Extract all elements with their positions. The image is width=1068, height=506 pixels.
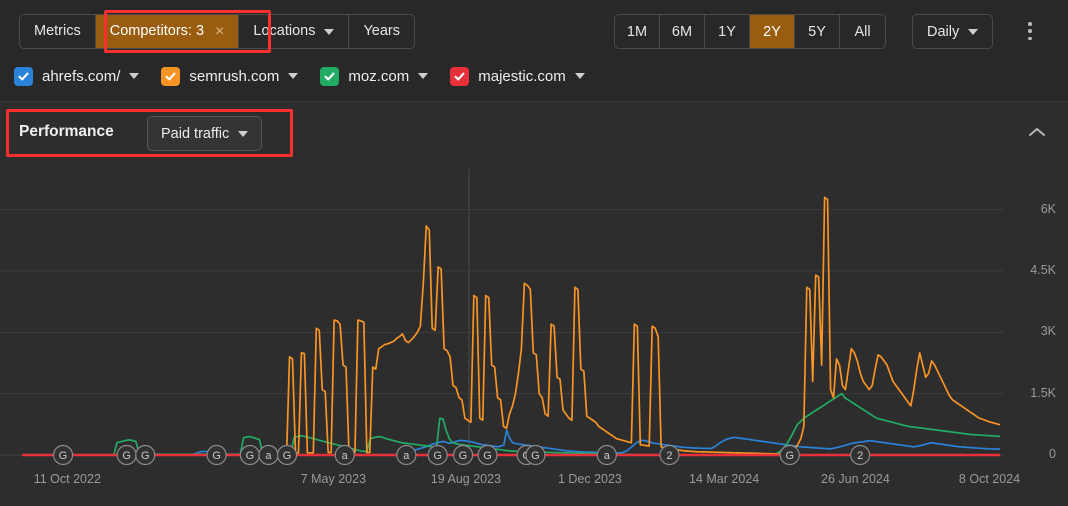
svg-text:G: G xyxy=(141,450,150,462)
x-axis-tick-label: 14 Mar 2024 xyxy=(688,472,760,486)
x-axis-tick-label: 8 Oct 2024 xyxy=(958,472,1021,486)
x-axis-tick-label: 7 May 2023 xyxy=(300,472,367,486)
tab-locations[interactable]: Locations xyxy=(239,15,350,48)
legend-item-moz-com[interactable]: moz.com xyxy=(320,66,429,86)
tab-label: Metrics xyxy=(34,23,81,40)
tab-label: Competitors: 3 xyxy=(109,23,205,40)
tab-competitors-3[interactable]: Competitors: 3 × xyxy=(95,15,240,48)
checkbox-checked-icon[interactable] xyxy=(14,66,33,86)
tab-label: Locations xyxy=(253,23,316,40)
checkbox-checked-icon[interactable] xyxy=(161,66,181,86)
range-button-1y[interactable]: 1Y xyxy=(705,15,750,48)
chevron-down-icon[interactable] xyxy=(129,73,140,79)
competitor-legend: ahrefs.com/semrush.com moz.com majestic.co… xyxy=(14,60,585,92)
svg-text:G: G xyxy=(212,450,221,462)
event-marker[interactable]: a xyxy=(258,444,279,466)
legend-item-label: majestic.com xyxy=(478,67,566,85)
y-axis-tick-label: 6K xyxy=(1040,201,1056,216)
metric-dropdown[interactable]: Paid traffic xyxy=(147,116,263,151)
event-marker[interactable]: G xyxy=(116,444,137,466)
chevron-down-icon[interactable] xyxy=(574,73,585,79)
series-line-semrush-com xyxy=(22,196,1001,456)
event-marker[interactable]: G xyxy=(525,444,546,466)
event-marker[interactable]: G xyxy=(135,444,156,466)
svg-text:G: G xyxy=(433,450,442,462)
paid-traffic-chart[interactable]: GGGGGaGaaGGGGGa2G2 xyxy=(0,165,1068,506)
event-marker[interactable]: G xyxy=(206,444,227,466)
event-marker[interactable]: a xyxy=(396,444,417,466)
event-marker[interactable]: G xyxy=(239,444,260,466)
chevron-up-icon[interactable] xyxy=(1028,126,1046,138)
svg-text:a: a xyxy=(604,450,611,462)
svg-text:G: G xyxy=(483,450,492,462)
performance-panel-header: Performance Paid traffic xyxy=(0,102,1068,165)
svg-text:G: G xyxy=(59,450,68,462)
x-axis-tick-label: 1 Dec 2023 xyxy=(557,472,622,486)
y-axis-tick-label: 1.5K xyxy=(1030,385,1056,400)
svg-text:2: 2 xyxy=(666,450,672,462)
svg-text:a: a xyxy=(403,450,410,462)
filter-tab-group: Metrics Competitors: 3 × Locations Years xyxy=(19,14,416,49)
event-marker[interactable]: 2 xyxy=(659,444,680,466)
page-title: Performance xyxy=(19,123,114,140)
chevron-down-icon xyxy=(324,28,335,35)
date-range-switcher: 1M 6M 1Y 2Y 5Y All xyxy=(614,14,886,49)
close-icon[interactable]: × xyxy=(215,23,224,40)
tab-metrics[interactable]: Metrics xyxy=(20,15,96,48)
performance-panel: Performance Paid traffic GGGGGaGaaGGGGGa… xyxy=(0,101,1068,506)
more-options-icon[interactable] xyxy=(1020,20,1040,42)
svg-text:G: G xyxy=(531,450,540,462)
granularity-label: Daily xyxy=(927,23,960,40)
checkbox-checked-icon[interactable] xyxy=(450,66,470,86)
svg-text:G: G xyxy=(283,450,292,462)
metric-dropdown-label: Paid traffic xyxy=(161,125,230,142)
y-axis-tick-label: 4.5K xyxy=(1030,263,1056,277)
event-marker[interactable]: G xyxy=(276,444,298,466)
chevron-down-icon xyxy=(238,130,249,137)
tab-label: Years xyxy=(363,23,401,40)
range-button-5y[interactable]: 5Y xyxy=(795,15,840,48)
checkbox-checked-icon[interactable] xyxy=(320,66,340,86)
event-marker[interactable]: G xyxy=(779,444,800,466)
chevron-down-icon[interactable] xyxy=(288,73,299,79)
legend-item-ahrefs-com[interactable]: ahrefs.com/ xyxy=(14,66,140,86)
svg-text:G: G xyxy=(459,450,468,462)
svg-text:a: a xyxy=(342,450,349,462)
event-marker[interactable]: G xyxy=(477,444,498,466)
svg-text:G: G xyxy=(785,450,794,462)
series-line-moz-com xyxy=(22,392,1001,456)
legend-item-label: semrush.com xyxy=(189,67,280,85)
event-marker[interactable]: a xyxy=(334,444,355,466)
range-button-all[interactable]: All xyxy=(840,15,885,48)
tab-years[interactable]: Years xyxy=(349,15,414,48)
chart-canvas[interactable]: GGGGGaGaaGGGGGa2G2 xyxy=(0,165,1068,506)
event-marker[interactable]: G xyxy=(452,444,474,466)
range-button-1m[interactable]: 1M xyxy=(615,15,660,48)
y-axis-tick-label: 0 xyxy=(1049,447,1056,461)
y-axis-tick-label: 3K xyxy=(1040,324,1056,339)
legend-item-label: moz.com xyxy=(348,67,410,85)
range-button-6m[interactable]: 6M xyxy=(660,15,705,48)
x-axis-tick-label: 26 Jun 2024 xyxy=(821,472,890,486)
top-toolbar: Metrics Competitors: 3 × Locations Years 1M 6… xyxy=(0,0,1068,56)
event-marker[interactable]: G xyxy=(427,444,448,466)
legend-item-majestic-com[interactable]: majestic.com xyxy=(450,66,585,86)
granularity-dropdown[interactable]: Daily xyxy=(912,14,994,49)
legend-item-label: ahrefs.com/ xyxy=(42,67,121,85)
x-axis-tick-label: 19 Aug 2023 xyxy=(430,472,502,486)
range-button-2y[interactable]: 2Y xyxy=(750,15,795,48)
chevron-down-icon xyxy=(968,28,979,35)
event-marker[interactable]: G xyxy=(52,444,74,466)
svg-text:G: G xyxy=(246,450,255,462)
chevron-down-icon[interactable] xyxy=(418,73,429,79)
svg-text:a: a xyxy=(265,450,272,462)
x-axis-tick-label: 11 Oct 2022 xyxy=(33,472,101,486)
svg-text:G: G xyxy=(122,450,131,462)
legend-item-semrush-com[interactable]: semrush.com xyxy=(161,66,299,86)
event-marker[interactable]: a xyxy=(596,444,617,466)
event-marker[interactable]: 2 xyxy=(850,444,871,466)
svg-text:2: 2 xyxy=(857,450,863,462)
performance-chart-screen: Metrics Competitors: 3 × Locations Years 1M 6… xyxy=(0,0,1068,506)
